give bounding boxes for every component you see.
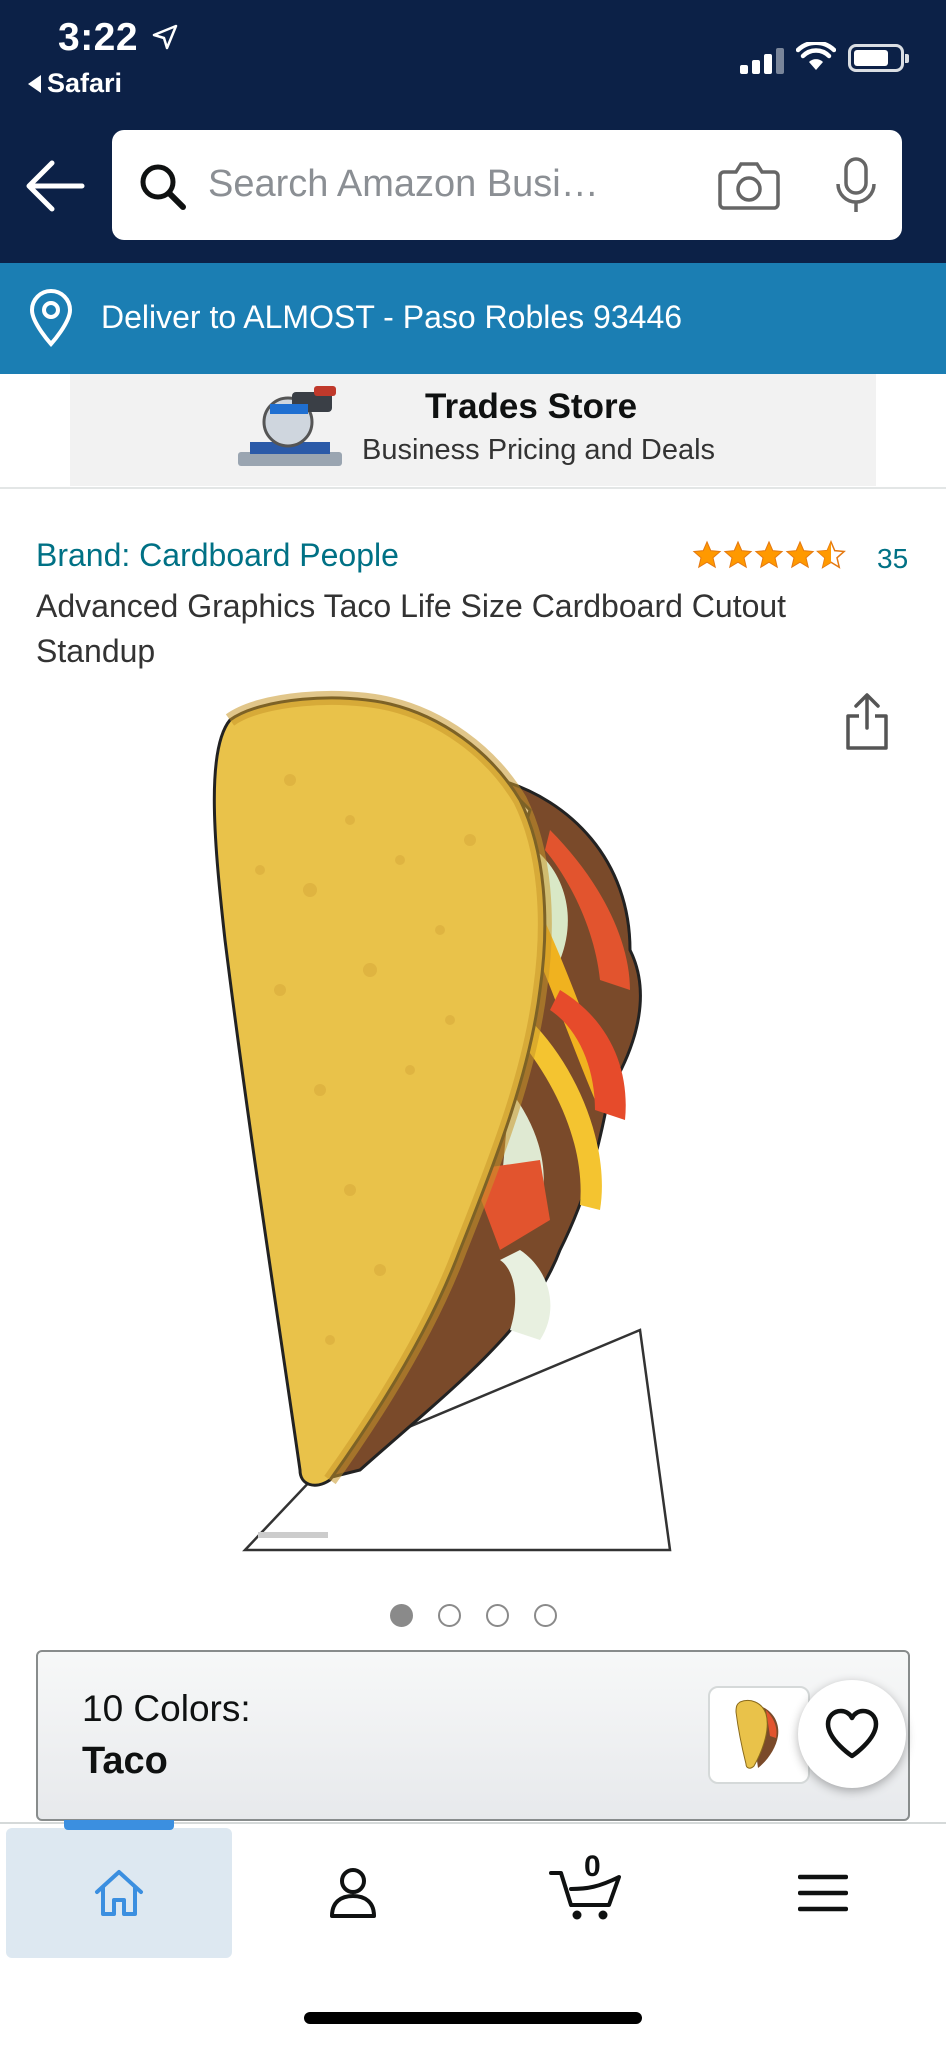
image-carousel-dots[interactable] [390, 1604, 557, 1627]
app-header: 3:22 Safari [0, 0, 946, 263]
wifi-icon [796, 42, 836, 70]
tab-menu[interactable] [710, 1828, 936, 1958]
tab-home[interactable] [6, 1820, 232, 1958]
rating-count[interactable]: 35 [877, 543, 908, 575]
home-indicator [304, 2012, 642, 2024]
star-half-icon [816, 540, 846, 569]
home-icon [95, 1870, 143, 1916]
camera-icon[interactable] [718, 160, 780, 210]
miter-saw-image [238, 386, 342, 466]
location-pin-icon [29, 289, 73, 347]
tab-account[interactable] [240, 1828, 466, 1958]
star-full-icon [754, 540, 784, 569]
add-to-wishlist-button[interactable] [798, 1680, 906, 1788]
search-box[interactable] [112, 130, 902, 240]
color-variant-selector[interactable]: 10 Colors: Taco [36, 1650, 910, 1821]
deliver-address: Deliver to ALMOST - Paso Robles 93446 [101, 299, 683, 335]
brand-link[interactable]: Brand: Cardboard People [36, 537, 399, 574]
back-app-label: Safari [47, 68, 123, 98]
tab-cart[interactable]: 0 [474, 1828, 700, 1958]
banner-title: Trades Store [425, 387, 638, 426]
status-time: 3:22 [58, 16, 139, 59]
search-icon [140, 164, 186, 210]
back-arrow-icon[interactable] [24, 158, 86, 214]
star-full-icon [692, 540, 722, 569]
deliver-to-bar[interactable]: Deliver to ALMOST - Paso Robles 93446 [0, 263, 946, 374]
star-rating[interactable] [692, 540, 846, 570]
selected-color-value: Taco [82, 1740, 168, 1782]
location-arrow-icon [152, 24, 178, 50]
product-title: Advanced Graphics Taco Life Size Cardboa… [36, 588, 787, 669]
banner-subtitle: Business Pricing and Deals [362, 434, 716, 466]
hamburger-menu-icon [798, 1874, 848, 1912]
colors-count-label: 10 Colors: [82, 1688, 251, 1729]
divider [0, 487, 946, 489]
carousel-dot[interactable] [438, 1604, 461, 1627]
person-icon [330, 1868, 376, 1918]
trades-store-banner[interactable]: Trades Store Business Pricing and Deals [70, 374, 876, 486]
color-swatch-taco[interactable] [708, 1686, 810, 1784]
search-input[interactable] [208, 154, 648, 214]
heart-icon [825, 1708, 879, 1759]
microphone-icon[interactable] [834, 156, 878, 216]
product-image-taco[interactable] [200, 690, 740, 1560]
battery-icon [848, 44, 909, 72]
carousel-dot[interactable] [534, 1604, 557, 1627]
star-full-icon [723, 540, 753, 569]
active-tab-indicator [64, 1820, 174, 1830]
back-triangle-icon [28, 74, 41, 93]
cart-count: 0 [584, 1850, 601, 1883]
back-to-safari[interactable]: Safari [28, 68, 122, 99]
cellular-signal-icon [740, 44, 784, 74]
share-icon[interactable] [844, 692, 890, 752]
taco-thumbnail-image [735, 1700, 779, 1769]
carousel-dot[interactable] [390, 1604, 413, 1627]
star-full-icon [785, 540, 815, 569]
carousel-dot[interactable] [486, 1604, 509, 1627]
